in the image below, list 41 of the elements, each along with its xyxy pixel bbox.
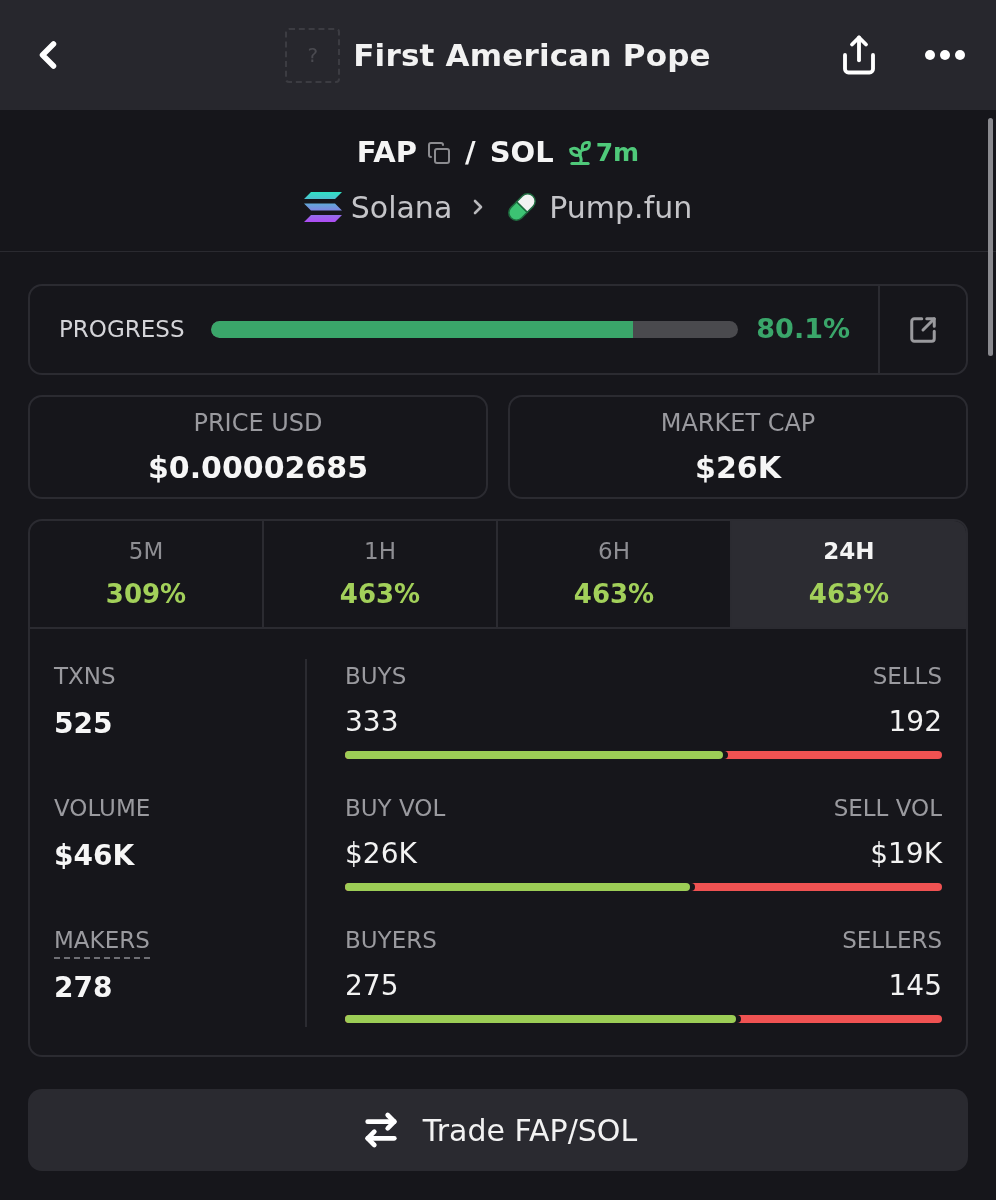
buy-label: BUY VOL — [345, 794, 446, 823]
stat-label: MARKET CAP — [660, 407, 816, 439]
token-title: First American Pope — [353, 35, 711, 75]
buy-label: BUYERS — [345, 926, 437, 955]
sell-label: SELLS — [872, 662, 942, 691]
summary-label: TXNS — [54, 662, 116, 691]
sell-value: 145 — [888, 968, 942, 1004]
timeframe-tab[interactable]: 24H 463% — [732, 521, 966, 627]
summary-value: $46K — [54, 838, 135, 874]
buy-value: 275 — [345, 968, 399, 1004]
stat-value: $0.00002685 — [147, 448, 369, 487]
dex-link[interactable]: Pump.fun — [504, 184, 693, 230]
summary-label: VOLUME — [54, 794, 151, 823]
question-mark: ? — [307, 43, 318, 67]
scrollbar-thumb[interactable] — [988, 118, 993, 356]
timeframe-tab[interactable]: 1H 463% — [264, 521, 498, 627]
pair-age: 7m — [595, 137, 640, 170]
sell-label: SELL VOL — [833, 794, 942, 823]
sell-value: $19K — [870, 836, 942, 872]
progress-percent: 80.1% — [756, 312, 851, 347]
timeframe-tab[interactable]: 5M 309% — [30, 521, 264, 627]
stat-value: $26K — [695, 448, 781, 487]
external-link-icon — [908, 314, 938, 345]
buy-value: 333 — [345, 704, 399, 740]
quote-symbol: SOL — [489, 134, 554, 172]
summary-value: 525 — [54, 706, 113, 742]
more-icon — [925, 50, 965, 60]
buy-value: $26K — [345, 836, 417, 872]
progress-label: PROGRESS — [58, 315, 185, 345]
stat-label: PRICE USD — [193, 407, 323, 439]
solana-logo-icon — [303, 192, 342, 223]
buy-label: BUYS — [345, 662, 407, 691]
chain-link[interactable]: Solana — [303, 184, 453, 230]
sell-label: SELLERS — [842, 926, 942, 955]
copy-icon[interactable] — [427, 140, 452, 166]
summary-value: 278 — [54, 970, 113, 1006]
sell-value: 192 — [888, 704, 942, 740]
base-symbol: FAP — [356, 134, 418, 172]
summary-label: MAKERS — [54, 923, 150, 959]
trade-button[interactable]: Trade FAP/SOL — [28, 1089, 968, 1171]
pair-separator: / — [465, 134, 476, 172]
